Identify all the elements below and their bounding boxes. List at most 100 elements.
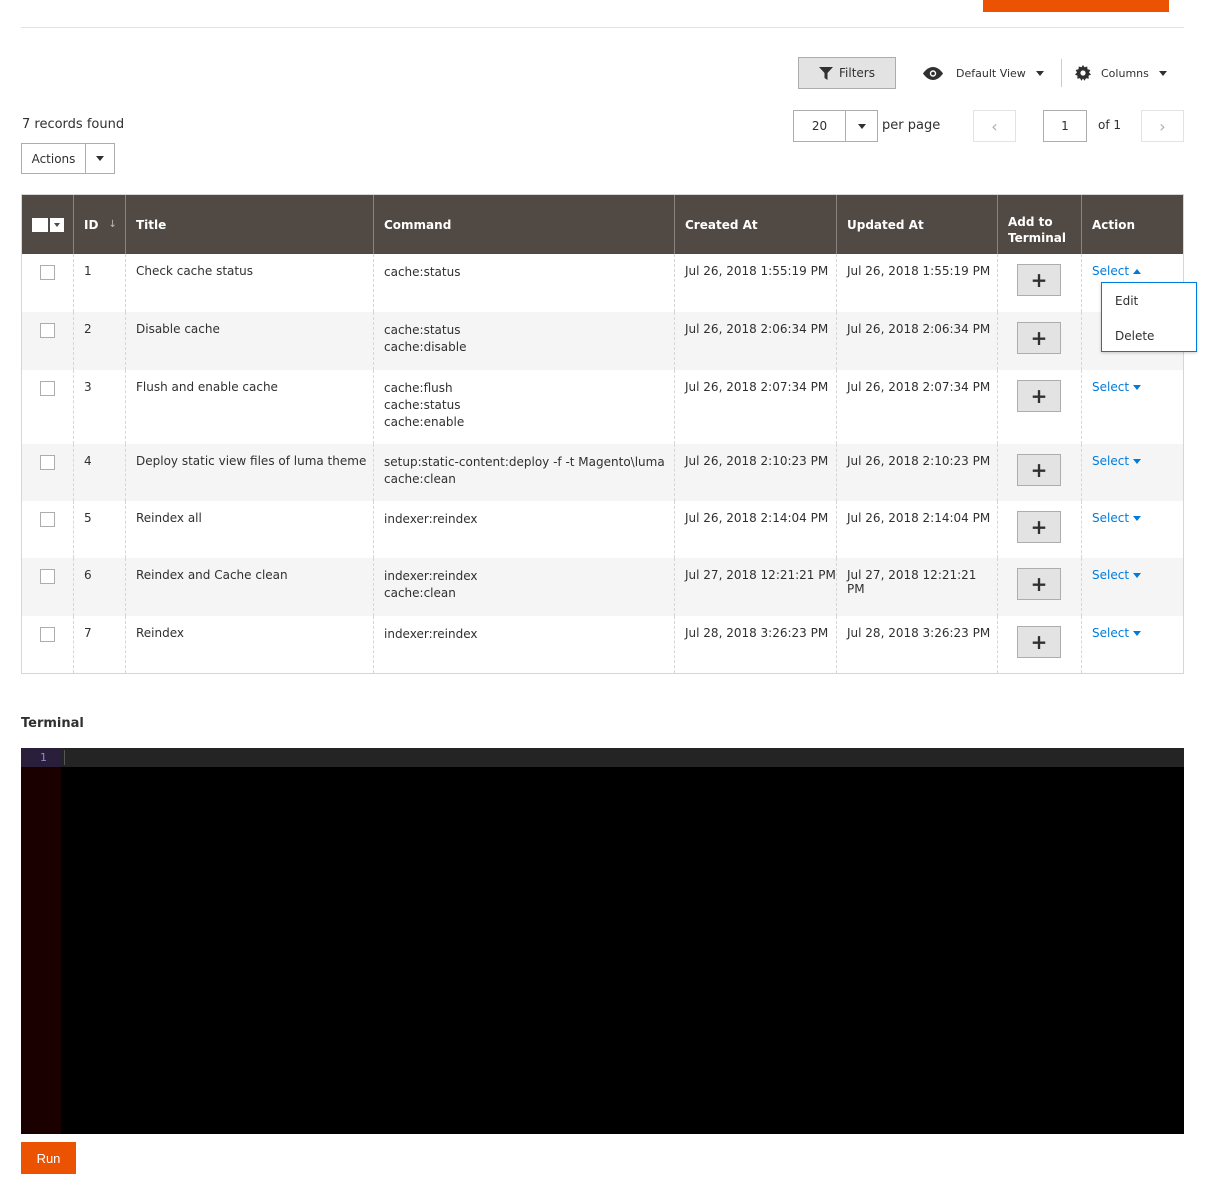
column-header-command[interactable]: Command: [374, 195, 675, 254]
plus-icon: +: [1030, 384, 1048, 408]
grid-header: ID ↓ Title Command Created At Updated At …: [22, 195, 1183, 254]
select-all-checkbox[interactable]: [32, 217, 48, 232]
chevron-down-icon: [1133, 515, 1142, 521]
row-created-at: Jul 27, 2018 12:21:21 PM: [675, 558, 837, 616]
plus-icon: +: [1030, 630, 1048, 654]
row-action-menu: Edit Delete: [1101, 282, 1197, 352]
column-header-updated-at[interactable]: Updated At: [837, 195, 998, 254]
row-action-select[interactable]: Select: [1092, 454, 1142, 468]
run-button[interactable]: Run: [21, 1142, 76, 1174]
filters-button[interactable]: Filters: [798, 57, 896, 89]
row-updated-at: Jul 26, 2018 2:07:34 PM: [837, 370, 998, 444]
actions-label: Actions: [22, 144, 86, 173]
previous-page-button[interactable]: ‹: [973, 110, 1016, 142]
row-title: Reindex all: [126, 501, 374, 558]
total-pages-label: of 1: [1098, 118, 1122, 132]
columns-label: Columns: [1101, 66, 1149, 80]
row-id: 6: [74, 558, 126, 616]
grid-body: 1 Check cache status cache:status Jul 26, 2…: [22, 254, 1183, 673]
line-gutter: [21, 748, 61, 1134]
chevron-down-icon: [1158, 70, 1167, 76]
per-page-select[interactable]: 20: [793, 110, 878, 142]
row-checkbox[interactable]: [40, 512, 55, 527]
table-row: 5 Reindex all indexer:reindex Jul 26, 2018 …: [22, 501, 1183, 558]
filters-label: Filters: [839, 66, 875, 80]
header-mass-select[interactable]: [22, 195, 74, 254]
row-checkbox[interactable]: [40, 323, 55, 338]
sort-arrow-icon: ↓: [108, 219, 117, 230]
row-created-at: Jul 28, 2018 3:26:23 PM: [675, 616, 837, 673]
row-title: Reindex: [126, 616, 374, 673]
row-checkbox[interactable]: [40, 455, 55, 470]
plus-icon: +: [1030, 458, 1048, 482]
text-cursor: [64, 750, 65, 765]
add-to-terminal-button[interactable]: +: [1017, 626, 1061, 658]
primary-action-button[interactable]: [983, 0, 1169, 12]
view-switcher[interactable]: Default View: [922, 57, 1044, 89]
command-line: cache:flush: [384, 381, 453, 395]
row-action-select[interactable]: Select: [1092, 511, 1142, 525]
add-to-terminal-button[interactable]: +: [1017, 454, 1061, 486]
chevron-down-icon: [1133, 572, 1142, 578]
chevron-down-icon[interactable]: [50, 217, 64, 232]
command-line: cache:disable: [384, 340, 467, 354]
row-checkbox[interactable]: [40, 265, 55, 280]
table-row: 2 Disable cache cache:status cache:disable J…: [22, 312, 1183, 370]
terminal-editor[interactable]: 1: [21, 748, 1184, 1134]
row-updated-at: Jul 26, 2018 2:06:34 PM: [837, 312, 998, 370]
gear-icon: [1075, 65, 1091, 81]
add-to-terminal-button[interactable]: +: [1017, 264, 1061, 296]
action-edit[interactable]: Edit: [1102, 283, 1196, 318]
current-page-input[interactable]: 1: [1043, 110, 1087, 142]
row-action-select[interactable]: Select: [1092, 626, 1142, 640]
row-title: Check cache status: [126, 254, 374, 312]
plus-icon: +: [1030, 268, 1048, 292]
next-page-button[interactable]: ›: [1141, 110, 1184, 142]
columns-switcher[interactable]: Columns: [1075, 57, 1167, 89]
row-action-select[interactable]: Select: [1092, 380, 1142, 394]
row-created-at: Jul 26, 2018 2:10:23 PM: [675, 444, 837, 501]
row-checkbox[interactable]: [40, 381, 55, 396]
view-label: Default View: [956, 66, 1026, 80]
column-header-title[interactable]: Title: [126, 195, 374, 254]
table-row: 1 Check cache status cache:status Jul 26, 2…: [22, 254, 1183, 312]
command-line: cache:status: [384, 323, 461, 337]
command-line: cache:clean: [384, 586, 456, 600]
column-header-created-at[interactable]: Created At: [675, 195, 837, 254]
row-action-select[interactable]: Select: [1092, 568, 1142, 582]
row-command: indexer:reindex cache:clean: [374, 558, 675, 616]
mass-actions-dropdown[interactable]: Actions: [21, 143, 115, 174]
row-checkbox[interactable]: [40, 569, 55, 584]
add-to-terminal-button[interactable]: +: [1017, 568, 1061, 600]
row-command: indexer:reindex: [374, 616, 675, 673]
per-page-label: per page: [882, 118, 941, 133]
column-header-id[interactable]: ID ↓: [74, 195, 126, 254]
row-id: 2: [74, 312, 126, 370]
eye-icon: [923, 66, 943, 80]
table-row: 6 Reindex and Cache clean indexer:reindex c…: [22, 558, 1183, 616]
add-to-terminal-button[interactable]: +: [1017, 322, 1061, 354]
command-line: indexer:reindex: [384, 512, 478, 526]
command-line: setup:static-content:deploy -f -t Magent…: [384, 455, 665, 469]
per-page-value: 20: [794, 111, 846, 141]
row-title: Flush and enable cache: [126, 370, 374, 444]
action-delete[interactable]: Delete: [1102, 318, 1196, 353]
row-updated-at: Jul 27, 2018 12:21:21 PM: [837, 558, 998, 616]
chevron-down-icon: [1035, 70, 1044, 76]
command-line: indexer:reindex: [384, 627, 478, 641]
row-command: cache:status cache:disable: [374, 312, 675, 370]
table-row: 4 Deploy static view files of luma theme s…: [22, 444, 1183, 501]
row-id: 1: [74, 254, 126, 312]
row-command: indexer:reindex: [374, 501, 675, 558]
table-row: 7 Reindex indexer:reindex Jul 28, 2018 3:26…: [22, 616, 1183, 673]
command-line: cache:status: [384, 265, 461, 279]
add-to-terminal-button[interactable]: +: [1017, 380, 1061, 412]
column-header-add-to-terminal: Add to Terminal: [998, 195, 1082, 254]
column-header-action: Action: [1092, 217, 1136, 232]
row-updated-at: Jul 26, 2018 1:55:19 PM: [837, 254, 998, 312]
chevron-down-icon: [86, 144, 114, 173]
add-to-terminal-button[interactable]: +: [1017, 511, 1061, 543]
row-action-select[interactable]: Select: [1092, 264, 1142, 278]
row-checkbox[interactable]: [40, 627, 55, 642]
row-command: cache:flush cache:status cache:enable: [374, 370, 675, 444]
